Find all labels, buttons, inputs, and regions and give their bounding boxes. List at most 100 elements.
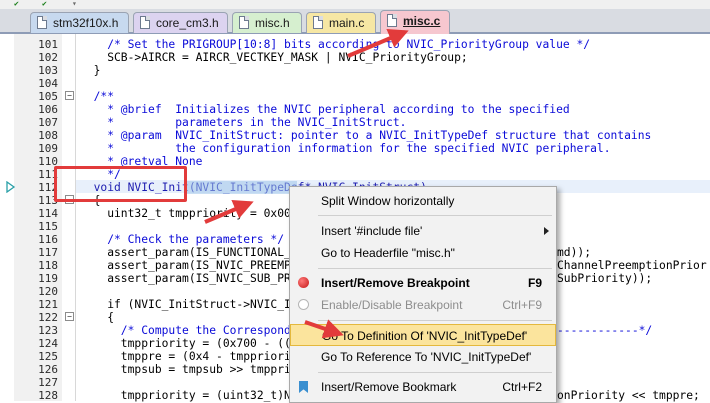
file-icon bbox=[37, 16, 47, 29]
tab-label: main.c bbox=[329, 16, 365, 30]
code-line: /* Compute the Correspondi bbox=[80, 324, 298, 337]
line-number: 123 bbox=[38, 324, 58, 337]
line-number: 121 bbox=[38, 298, 58, 311]
menu-item-split-window[interactable]: Split Window horizontally bbox=[290, 190, 556, 212]
line-number: 124 bbox=[38, 337, 58, 350]
menu-item-insert-remove-bookmark[interactable]: Insert/Remove Bookmark Ctrl+F2 bbox=[290, 376, 556, 398]
fold-toggle-icon[interactable]: − bbox=[65, 91, 74, 100]
menu-item-label: Enable/Disable Breakpoint bbox=[321, 298, 463, 312]
code-line: tmppre = (0x4 - tmppriorit bbox=[80, 350, 298, 363]
annotation-box bbox=[54, 166, 187, 202]
line-number: 103 bbox=[38, 64, 58, 77]
toolbar-check-icon-2[interactable]: ✔ bbox=[42, 0, 47, 8]
line-number: 108 bbox=[38, 129, 58, 142]
code-line: uint32_t tmppriority = 0x00, bbox=[80, 207, 298, 220]
code-fragment: ------------*/ bbox=[557, 324, 652, 337]
line-number: 113 bbox=[38, 194, 58, 207]
menu-item-label: Go To Definition Of 'NVIC_InitTypeDef' bbox=[322, 329, 528, 343]
text-selection bbox=[187, 181, 297, 194]
submenu-arrow-icon bbox=[544, 227, 549, 235]
line-number: 125 bbox=[38, 350, 58, 363]
menu-item-insert-include[interactable]: Insert '#include file' bbox=[290, 220, 556, 242]
menu-item-label: Split Window horizontally bbox=[321, 194, 455, 208]
code-line: * @brief Initializes the NVIC peripheral… bbox=[80, 103, 570, 116]
code-line: * parameters in the NVIC_InitStruct. bbox=[80, 116, 407, 129]
menu-item-shortcut: Ctrl+F9 bbox=[502, 298, 542, 312]
code-fragment-text: ------------*/ bbox=[557, 324, 653, 337]
file-icon bbox=[313, 16, 323, 29]
code-fragment-text: SubPriority)); bbox=[557, 272, 653, 285]
bookmark-icon bbox=[299, 381, 308, 393]
line-number: 122 bbox=[38, 311, 58, 324]
line-number: 114 bbox=[38, 207, 58, 220]
tab-misc-c[interactable]: misc.c bbox=[380, 10, 450, 34]
menu-item-label: Go to Headerfile "misc.h" bbox=[321, 246, 455, 260]
code-line: tmpsub = tmpsub >> tmppric bbox=[80, 363, 298, 376]
line-number: 120 bbox=[38, 285, 58, 298]
code-fragment-text: md)); bbox=[557, 246, 592, 259]
menu-item-go-to-reference[interactable]: Go To Reference To 'NVIC_InitTypeDef' bbox=[290, 346, 556, 368]
toolbar-check-icon[interactable]: ✔ bbox=[14, 0, 19, 8]
context-menu: Split Window horizontally Insert '#inclu… bbox=[289, 186, 557, 403]
code-line: tmppriority = (uint32_t)NV bbox=[80, 389, 298, 402]
tab-main-c[interactable]: main.c bbox=[306, 12, 376, 33]
code-line: tmppriority = (0x700 - ((S bbox=[80, 337, 298, 350]
code-line: assert_param(IS_NVIC_PREEMPT bbox=[80, 259, 298, 272]
code-fragment-text: onPriority << tmppre; bbox=[557, 389, 700, 402]
toolbar: ✔ ✔ ▾ bbox=[0, 0, 710, 9]
file-tab-bar: stm32f10x.h core_cm3.h misc.h main.c mis… bbox=[0, 9, 710, 34]
line-number: 112 bbox=[38, 181, 58, 194]
line-number: 109 bbox=[38, 142, 58, 155]
menu-separator bbox=[318, 372, 552, 373]
tab-stm32f10x-h[interactable]: stm32f10x.h bbox=[30, 12, 129, 33]
menu-separator bbox=[318, 268, 552, 269]
line-number: 118 bbox=[38, 259, 58, 272]
file-icon bbox=[387, 14, 397, 27]
code-line: assert_param(IS_FUNCTIONAL_S bbox=[80, 246, 298, 259]
code-line: } bbox=[80, 64, 101, 77]
menu-item-label: Insert '#include file' bbox=[321, 224, 423, 238]
code-line: * the configuration information for the … bbox=[80, 142, 611, 155]
menu-item-label: Insert/Remove Breakpoint bbox=[321, 276, 470, 290]
code-fragment: onPriority << tmppre; bbox=[557, 389, 700, 402]
code-line: /** bbox=[80, 90, 115, 103]
tab-core-cm3-h[interactable]: core_cm3.h bbox=[133, 12, 228, 33]
code-line: SCB->AIRCR = AIRCR_VECTKEY_MASK | NVIC_P… bbox=[80, 51, 468, 64]
line-number: 127 bbox=[38, 376, 58, 389]
breakpoint-icon bbox=[298, 277, 309, 288]
tab-misc-h[interactable]: misc.h bbox=[232, 12, 302, 33]
file-icon bbox=[239, 16, 249, 29]
line-number: 117 bbox=[38, 246, 58, 259]
menu-item-shortcut: F9 bbox=[527, 276, 542, 290]
code-fragment: md)); bbox=[557, 246, 591, 259]
code-line: * @param NVIC_InitStruct: pointer to a N… bbox=[80, 129, 652, 142]
code-line: /* Check the parameters */ bbox=[80, 233, 285, 246]
breakpoint-disabled-icon bbox=[298, 299, 309, 310]
menu-item-enable-disable-breakpoint[interactable]: Enable/Disable Breakpoint Ctrl+F9 bbox=[290, 294, 556, 316]
tab-label: misc.h bbox=[255, 16, 290, 30]
menu-item-shortcut: Ctrl+F2 bbox=[502, 380, 542, 394]
code-line: assert_param(IS_NVIC_SUB_PRI bbox=[80, 272, 298, 285]
line-number: 128 bbox=[38, 389, 58, 402]
fold-toggle-icon[interactable]: − bbox=[65, 312, 74, 321]
code-line: /* Set the PRIGROUP[10:8] bits according… bbox=[80, 38, 591, 51]
line-number: 105 bbox=[38, 90, 58, 103]
tab-label: core_cm3.h bbox=[156, 16, 219, 30]
menu-item-go-to-definition[interactable]: Go To Definition Of 'NVIC_InitTypeDef' bbox=[290, 324, 556, 346]
menu-item-go-to-headerfile[interactable]: Go to Headerfile "misc.h" bbox=[290, 242, 556, 264]
code-fragment: ChannelPreemptionPrior bbox=[557, 259, 707, 272]
menu-item-insert-remove-breakpoint[interactable]: Insert/Remove Breakpoint F9 bbox=[290, 272, 556, 294]
menu-separator bbox=[318, 215, 552, 216]
line-number: 107 bbox=[38, 116, 58, 129]
code-fragment-text: ChannelPreemptionPrior bbox=[557, 259, 707, 272]
toolbar-tool-icon[interactable]: ▾ bbox=[72, 0, 77, 8]
line-number: 115 bbox=[38, 220, 58, 233]
tab-label: stm32f10x.h bbox=[53, 16, 119, 30]
menu-item-label: Insert/Remove Bookmark bbox=[321, 380, 457, 394]
line-number: 116 bbox=[38, 233, 58, 246]
line-number: 104 bbox=[38, 77, 58, 90]
file-icon bbox=[140, 16, 150, 29]
line-number: 110 bbox=[38, 155, 58, 168]
code-line: if (NVIC_InitStruct->NVIC_IR bbox=[80, 298, 298, 311]
code-fragment: SubPriority)); bbox=[557, 272, 652, 285]
